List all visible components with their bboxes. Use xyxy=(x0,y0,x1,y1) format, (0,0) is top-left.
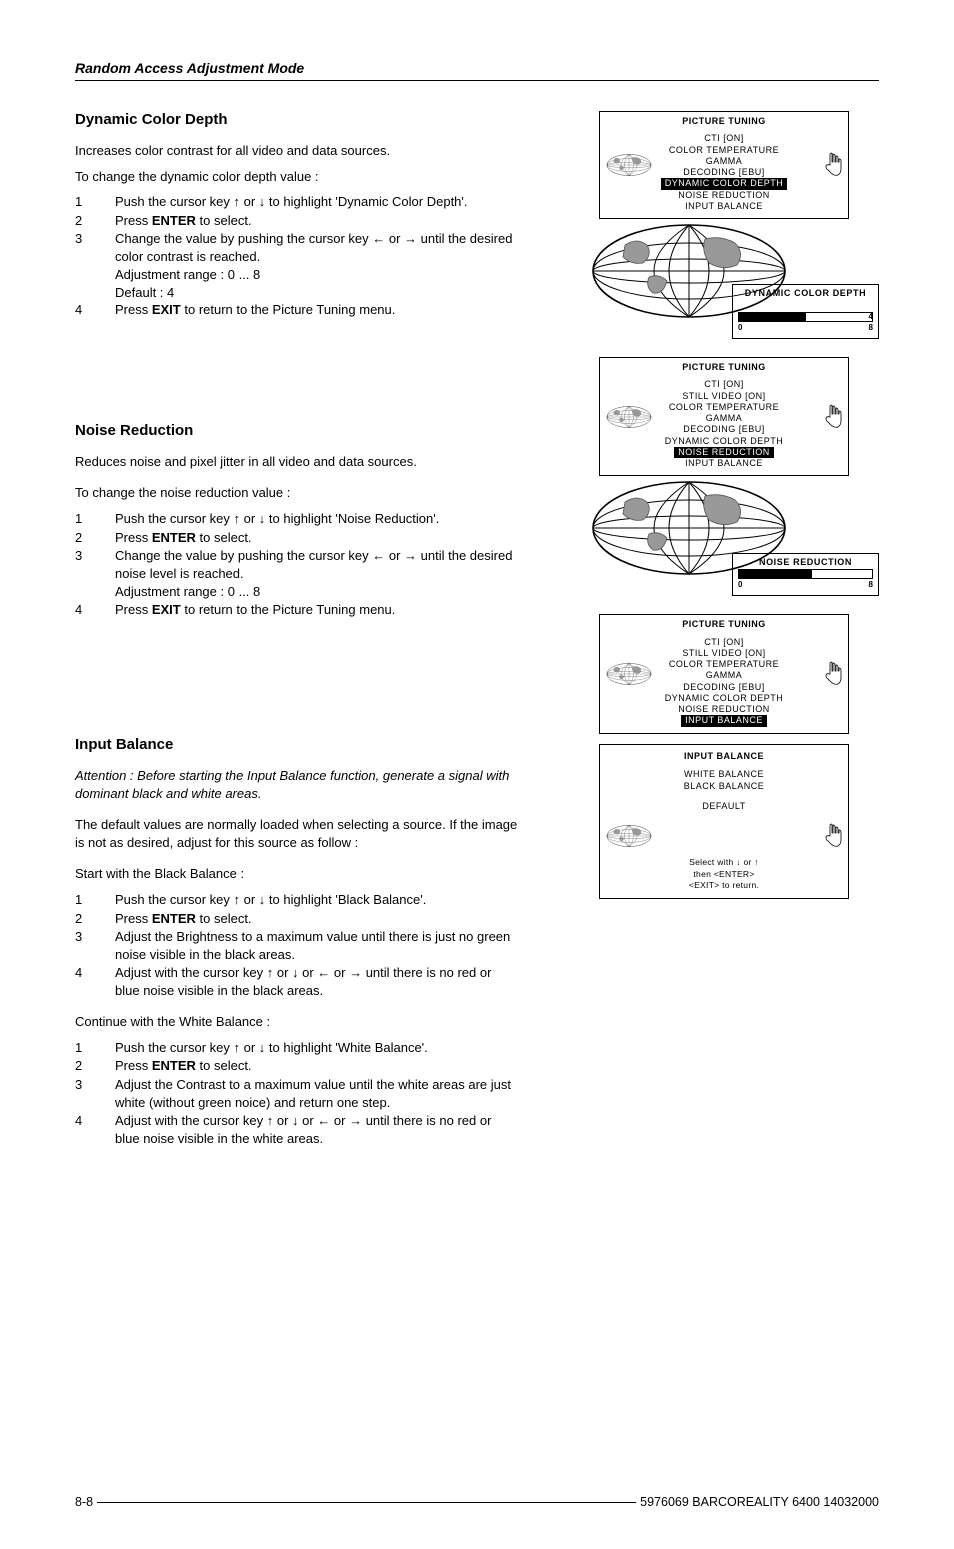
menu-item: INPUT BALANCE xyxy=(600,458,848,469)
illustration-column: PICTURE TUNING CTI [ON] COLOR TEMPERATUR… xyxy=(549,111,879,1155)
slider-min: 0 xyxy=(738,323,742,332)
step-num: 4 xyxy=(75,964,115,999)
ib-white-lead: Continue with the White Balance : xyxy=(75,1013,519,1031)
slider-track xyxy=(738,569,873,579)
step-text: Change the value by pushing the cursor k… xyxy=(115,547,519,582)
menu-title: PICTURE TUNING xyxy=(600,116,848,127)
ib-intro: The default values are normally loaded w… xyxy=(75,816,519,851)
osd-menu-picture-tuning: PICTURE TUNING CTI [ON] STILL VIDEO [ON]… xyxy=(599,614,849,733)
nr-intro: Reduces noise and pixel jitter in all vi… xyxy=(75,453,519,471)
menu-item-highlighted: INPUT BALANCE xyxy=(681,715,767,726)
step-text: Adjust with the cursor key ↑ or ↓ or ← o… xyxy=(115,964,519,999)
globe-icon xyxy=(606,813,652,859)
content-column: Dynamic Color Depth Increases color cont… xyxy=(75,111,519,1155)
menu-item: BLACK BALANCE xyxy=(600,780,848,792)
slider-min: 0 xyxy=(738,580,742,589)
step-num: 4 xyxy=(75,1112,115,1147)
section-title-nr: Noise Reduction xyxy=(75,422,519,439)
slider-track xyxy=(738,312,873,322)
step-num: 2 xyxy=(75,529,115,547)
ib-attention: Attention : Before starting the Input Ba… xyxy=(75,767,519,802)
menu-item-highlighted: DYNAMIC COLOR DEPTH xyxy=(661,178,788,189)
step-text: Press ENTER to select. xyxy=(115,529,519,547)
page-footer: 8-8 5976069 BARCOREALITY 6400 14032000 xyxy=(75,1495,879,1509)
globe-icon xyxy=(606,142,652,188)
menu-title: PICTURE TUNING xyxy=(600,362,848,373)
hand-cursor-icon xyxy=(822,403,844,431)
ib-black-lead: Start with the Black Balance : xyxy=(75,865,519,883)
step-num: 2 xyxy=(75,910,115,928)
step-num: 1 xyxy=(75,891,115,909)
step-text: Push the cursor key ↑ or ↓ to highlight … xyxy=(115,891,519,909)
footer-divider xyxy=(97,1501,636,1503)
osd-menu-picture-tuning: PICTURE TUNING CTI [ON] STILL VIDEO [ON]… xyxy=(599,357,849,476)
step-num: 4 xyxy=(75,601,115,619)
step-num: 2 xyxy=(75,1057,115,1075)
step-text: Adjust with the cursor key ↑ or ↓ or ← o… xyxy=(115,1112,519,1147)
hand-cursor-icon xyxy=(822,822,844,850)
nr-lead: To change the noise reduction value : xyxy=(75,484,519,502)
globe-icon xyxy=(606,394,652,440)
step-num: 4 xyxy=(75,301,115,319)
step-text: Adjust the Contrast to a maximum value u… xyxy=(115,1076,519,1111)
page-number: 8-8 xyxy=(75,1495,93,1509)
step-text: Press ENTER to select. xyxy=(115,212,519,230)
doc-number: 5976069 BARCOREALITY 6400 14032000 xyxy=(640,1495,879,1509)
page-header: Random Access Adjustment Mode xyxy=(75,60,879,81)
menu-item: NOISE REDUCTION xyxy=(600,704,848,715)
step-num: 3 xyxy=(75,230,115,265)
step-num: 3 xyxy=(75,547,115,582)
section-title-dcd: Dynamic Color Depth xyxy=(75,111,519,128)
globe-icon xyxy=(606,651,652,697)
osd-menu-picture-tuning: PICTURE TUNING CTI [ON] COLOR TEMPERATUR… xyxy=(599,111,849,219)
menu-item: CTI [ON] xyxy=(600,379,848,390)
dcd-lead: To change the dynamic color depth value … xyxy=(75,168,519,186)
slider-max: 8 xyxy=(869,323,873,332)
menu-item: NOISE REDUCTION xyxy=(600,190,848,201)
osd-slider-nr: NOISE REDUCTION 0 8 xyxy=(549,486,879,596)
step-num: 3 xyxy=(75,928,115,963)
step-sub: Default : 4 xyxy=(115,284,519,302)
slider-max: 8 xyxy=(869,580,873,589)
menu-footer: Select with ↓ or ↑ then <ENTER> <EXIT> t… xyxy=(600,857,848,891)
step-num: 1 xyxy=(75,193,115,211)
step-sub: Adjustment range : 0 ... 8 xyxy=(115,266,519,284)
step-text: Change the value by pushing the cursor k… xyxy=(115,230,519,265)
step-text: Push the cursor key ↑ or ↓ to highlight … xyxy=(115,1039,519,1057)
dcd-intro: Increases color contrast for all video a… xyxy=(75,142,519,160)
step-text: Adjust the Brightness to a maximum value… xyxy=(115,928,519,963)
step-num: 1 xyxy=(75,510,115,528)
step-sub: Adjustment range : 0 ... 8 xyxy=(115,583,519,601)
step-num: 3 xyxy=(75,1076,115,1111)
step-text: Press ENTER to select. xyxy=(115,1057,519,1075)
menu-item: WHITE BALANCE xyxy=(600,768,848,780)
step-num: 1 xyxy=(75,1039,115,1057)
osd-menu-input-balance: INPUT BALANCE WHITE BALANCE BLACK BALANC… xyxy=(599,744,849,899)
step-text: Press EXIT to return to the Picture Tuni… xyxy=(115,601,519,619)
step-text: Push the cursor key ↑ or ↓ to highlight … xyxy=(115,510,519,528)
step-text: Push the cursor key ↑ or ↓ to highlight … xyxy=(115,193,519,211)
section-title-ib: Input Balance xyxy=(75,736,519,753)
menu-item: CTI [ON] xyxy=(600,637,848,648)
menu-item: INPUT BALANCE xyxy=(600,201,848,212)
slider-title: DYNAMIC COLOR DEPTH xyxy=(738,288,873,298)
hand-cursor-icon xyxy=(822,660,844,688)
menu-title: INPUT BALANCE xyxy=(600,750,848,762)
menu-item-highlighted: NOISE REDUCTION xyxy=(674,447,774,458)
osd-slider-dcd: DYNAMIC COLOR DEPTH 4 08 xyxy=(549,229,879,339)
step-num: 2 xyxy=(75,212,115,230)
slider-title: NOISE REDUCTION xyxy=(738,557,873,567)
menu-item: DEFAULT xyxy=(600,800,848,812)
menu-title: PICTURE TUNING xyxy=(600,619,848,630)
step-text: Press EXIT to return to the Picture Tuni… xyxy=(115,301,519,319)
hand-cursor-icon xyxy=(822,151,844,179)
step-text: Press ENTER to select. xyxy=(115,910,519,928)
